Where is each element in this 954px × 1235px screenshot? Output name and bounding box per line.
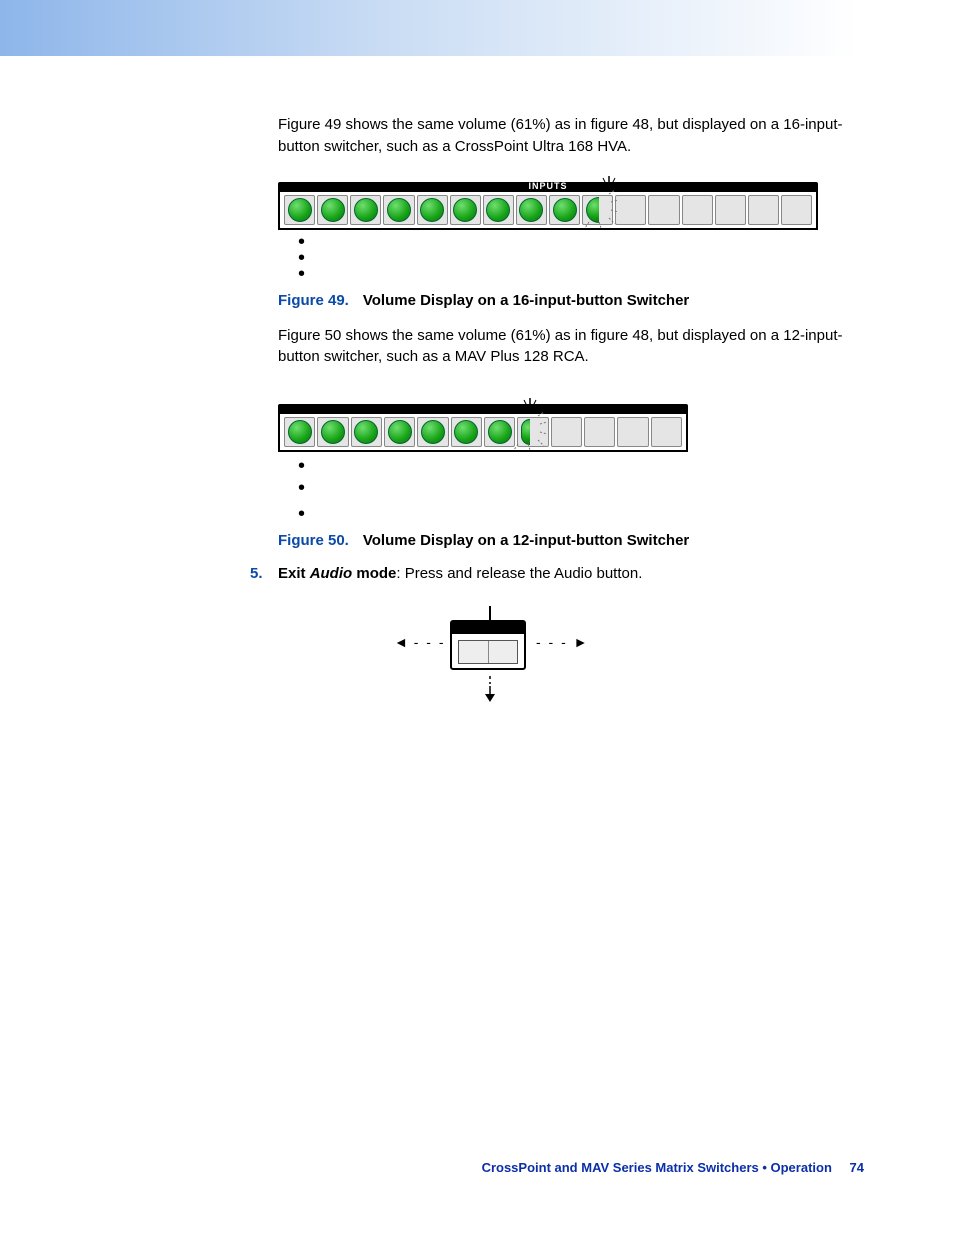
step-italic: Audio bbox=[310, 565, 353, 582]
bullet-icon: • bbox=[298, 458, 864, 474]
figure-49-caption: Figure 49. Volume Display on a 16-input-b… bbox=[278, 292, 864, 309]
input-button bbox=[317, 195, 348, 225]
header-gradient bbox=[0, 0, 954, 56]
page-content: Figure 49 shows the same volume (61%) as… bbox=[0, 56, 954, 720]
input-button bbox=[549, 195, 580, 225]
input-button bbox=[284, 195, 315, 225]
input-button-partial bbox=[582, 195, 613, 225]
panel16-top-strip: INPUTS bbox=[278, 182, 818, 192]
panel16-tick-down-icon bbox=[600, 176, 618, 192]
input-button bbox=[516, 195, 547, 225]
input-button-empty bbox=[715, 195, 746, 225]
input-button-empty bbox=[617, 417, 648, 447]
arrow-left-icon: ◄ - - - bbox=[394, 634, 446, 650]
panel12-body bbox=[278, 414, 688, 452]
input-button-empty bbox=[651, 417, 682, 447]
input-button bbox=[484, 417, 515, 447]
input-button-empty bbox=[748, 195, 779, 225]
paragraph-fig49-intro: Figure 49 shows the same volume (61%) as… bbox=[278, 114, 864, 158]
input-button bbox=[384, 417, 415, 447]
input-button bbox=[383, 195, 414, 225]
input-button-empty bbox=[615, 195, 646, 225]
bullet-icon: • bbox=[298, 480, 864, 496]
bullet-icon: • bbox=[298, 266, 864, 282]
footer-page-number: 74 bbox=[850, 1160, 864, 1175]
input-button-partial bbox=[517, 417, 548, 447]
audio-button-diagram: ◄ - - - - - - ► bbox=[388, 610, 608, 720]
input-button bbox=[450, 195, 481, 225]
bullet-icon: • bbox=[298, 234, 864, 250]
paragraph-fig50-intro: Figure 50 shows the same volume (61%) as… bbox=[278, 325, 864, 369]
panel12-top-strip bbox=[278, 404, 688, 414]
arrow-down-icon bbox=[483, 676, 497, 706]
arrow-right-icon: - - - ► bbox=[536, 634, 588, 650]
input-button bbox=[483, 195, 514, 225]
ellipsis-bullets: • • • bbox=[298, 458, 864, 522]
input-button bbox=[284, 417, 315, 447]
step-number: 5. bbox=[250, 565, 278, 582]
ellipsis-bullets: • • • bbox=[298, 234, 864, 282]
panel12-tick-down-icon bbox=[521, 398, 539, 414]
input-button bbox=[317, 417, 348, 447]
input-button bbox=[350, 195, 381, 225]
inputs-label: INPUTS bbox=[528, 181, 567, 191]
input-button-empty bbox=[551, 417, 582, 447]
input-button bbox=[451, 417, 482, 447]
audio-box-buttons bbox=[458, 640, 518, 664]
arrow-into-box-icon bbox=[483, 606, 497, 630]
step-text: Exit Audio mode: Press and release the A… bbox=[278, 565, 642, 582]
figure-50-number: Figure 50. bbox=[278, 532, 349, 549]
step-rest: : Press and release the Audio button. bbox=[396, 565, 642, 582]
figure-49-number: Figure 49. bbox=[278, 292, 349, 309]
step-bold-1: Exit bbox=[278, 565, 310, 582]
figure-50-caption: Figure 50. Volume Display on a 12-input-b… bbox=[278, 532, 864, 549]
input-button bbox=[417, 195, 448, 225]
panel16-body bbox=[278, 192, 818, 230]
figure-50-panel bbox=[278, 404, 688, 452]
figure-49-panel: INPUTS bbox=[278, 182, 818, 230]
step-bold-2: mode bbox=[352, 565, 396, 582]
input-button-empty bbox=[584, 417, 615, 447]
figure-50-title: Volume Display on a 12-input-button Swit… bbox=[363, 532, 689, 549]
figure-49-title: Volume Display on a 16-input-button Swit… bbox=[363, 292, 689, 309]
input-button bbox=[351, 417, 382, 447]
footer-title: CrossPoint and MAV Series Matrix Switche… bbox=[482, 1160, 832, 1175]
input-button bbox=[417, 417, 448, 447]
bullet-icon: • bbox=[298, 506, 864, 522]
input-button-empty bbox=[648, 195, 679, 225]
step-5: 5. Exit Audio mode: Press and release th… bbox=[250, 565, 864, 582]
bullet-icon: • bbox=[298, 250, 864, 266]
input-button-empty bbox=[682, 195, 713, 225]
page-footer: CrossPoint and MAV Series Matrix Switche… bbox=[482, 1160, 864, 1175]
input-button-empty bbox=[781, 195, 812, 225]
